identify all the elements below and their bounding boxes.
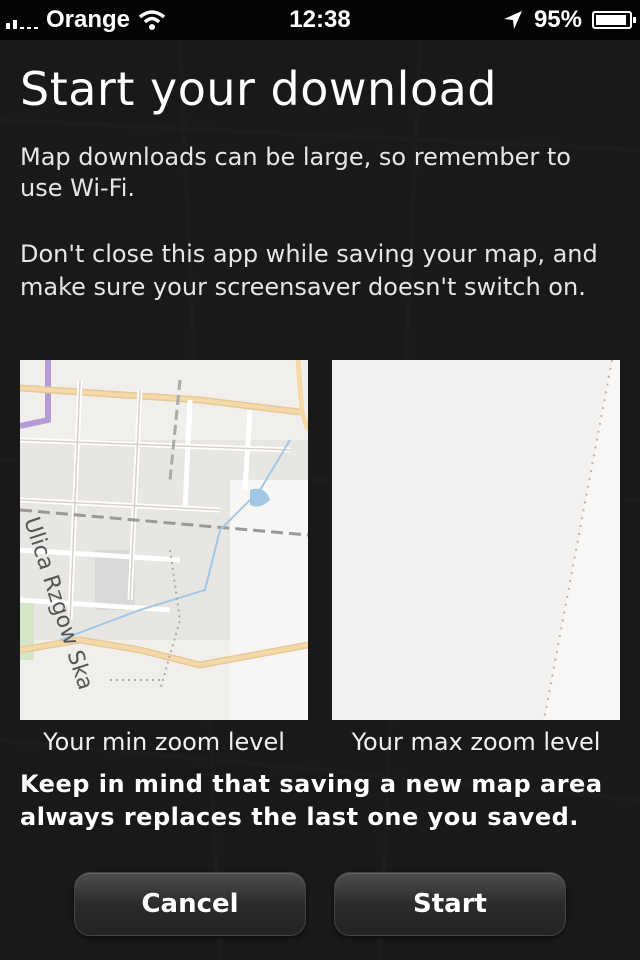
start-button[interactable]: Start bbox=[334, 872, 566, 936]
replace-warning-text: Keep in mind that saving a new map area … bbox=[20, 770, 603, 831]
keep-open-text: Don't close this app while saving your m… bbox=[20, 240, 598, 301]
cancel-button[interactable]: Cancel bbox=[74, 872, 306, 936]
max-zoom-map bbox=[332, 360, 620, 720]
max-zoom-caption: Your max zoom level bbox=[351, 728, 601, 756]
download-dialog: Start your download Map downloads can be… bbox=[0, 40, 640, 960]
page-title: Start your download bbox=[20, 62, 497, 116]
wifi-reminder-text: Map downloads can be large, so remember … bbox=[20, 143, 571, 202]
battery-percent: 95% bbox=[533, 6, 582, 33]
status-bar: Orange 12:38 95% bbox=[0, 0, 640, 40]
min-zoom-preview: Ulica Rzgow Ska bbox=[20, 360, 308, 720]
battery-icon bbox=[592, 11, 636, 29]
min-zoom-caption: Your min zoom level bbox=[43, 728, 285, 756]
max-zoom-preview bbox=[332, 360, 620, 720]
location-arrow-icon bbox=[503, 11, 522, 29]
min-zoom-map: Ulica Rzgow Ska bbox=[20, 360, 308, 720]
